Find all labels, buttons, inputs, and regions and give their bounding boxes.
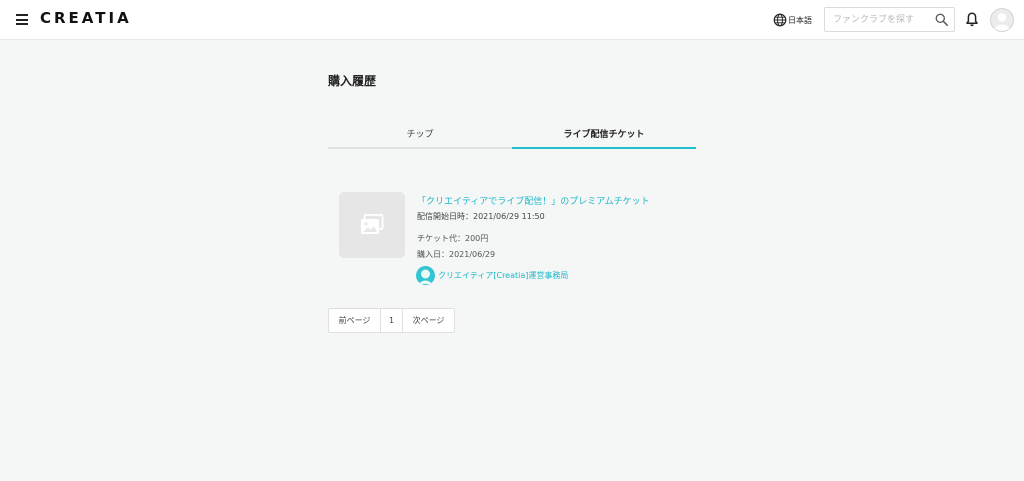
ticket-price: チケット代：200円 [417, 234, 489, 243]
purchase-item: 「クリエイティアでライブ配信！」のプレミアムチケット 配信開始日時：2021/0… [339, 191, 699, 286]
creator-avatar-icon [418, 269, 433, 284]
creator-link[interactable]: クリエイティア[Creatia]運営事務局 [416, 265, 568, 285]
next-page-button[interactable]: 次ページ [403, 309, 454, 332]
top-header: CREATIA 日本語 [0, 0, 1024, 40]
ticket-thumbnail[interactable] [339, 192, 405, 258]
prev-page-button[interactable]: 前ページ [329, 309, 381, 332]
search-input[interactable] [825, 8, 933, 31]
pagination: 前ページ 1 次ページ [328, 308, 455, 333]
purchase-date: 購入日：2021/06/29 [417, 250, 496, 259]
page-title: 購入履歴 [328, 74, 377, 88]
language-selector[interactable]: 日本語 [773, 12, 812, 28]
tab-live-tickets[interactable]: ライブ配信チケット [512, 126, 696, 149]
creator-avatar [416, 265, 435, 285]
tab-tips[interactable]: チップ [328, 126, 512, 149]
avatar-placeholder-icon [990, 8, 1014, 32]
search-box [824, 7, 955, 32]
stream-start-datetime: 配信開始日時：2021/06/29 11:50 [417, 212, 545, 221]
search-icon[interactable] [935, 13, 948, 26]
ticket-title-link[interactable]: 「クリエイティアでライブ配信！」のプレミアムチケット [417, 194, 650, 207]
hamburger-menu-icon[interactable] [16, 14, 28, 25]
creator-name: クリエイティア[Creatia]運営事務局 [438, 270, 569, 280]
user-avatar[interactable] [990, 8, 1014, 32]
purchase-tabs: チップ ライブ配信チケット [328, 126, 696, 149]
bell-icon[interactable] [966, 12, 978, 27]
page-number-button[interactable]: 1 [381, 309, 403, 332]
image-placeholder-icon [361, 214, 384, 234]
globe-icon [773, 13, 787, 27]
language-label: 日本語 [788, 15, 812, 25]
brand-logo[interactable]: CREATIA [40, 9, 132, 27]
